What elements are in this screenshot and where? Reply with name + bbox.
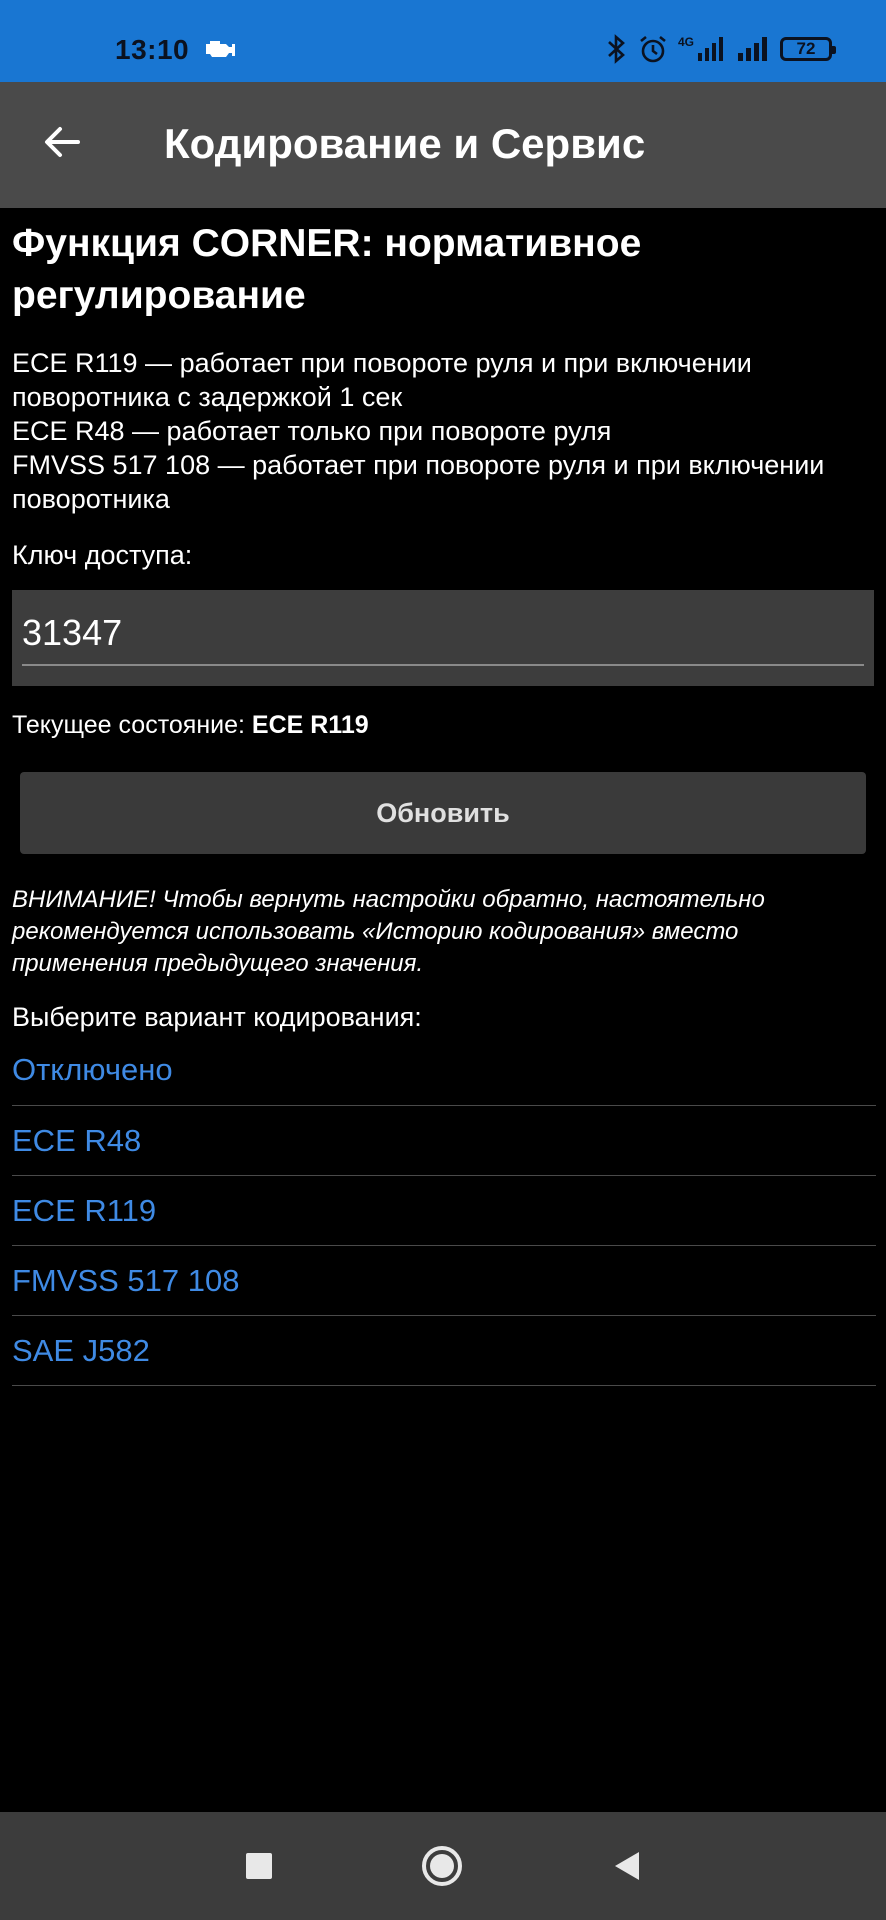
option-ece-r119[interactable]: ECE R119	[12, 1176, 876, 1246]
option-ece-r48[interactable]: ECE R48	[12, 1106, 876, 1176]
signal-icon-2	[738, 37, 767, 61]
description-line: ECE R48 — работает только при повороте р…	[12, 416, 612, 446]
coding-options-list: Отключено ECE R48 ECE R119 FMVSS 517 108…	[12, 1042, 876, 1386]
description-line: ECE R119 — работает при повороте руля и …	[12, 348, 752, 412]
description-line: FMVSS 517 108 — работает при повороте ру…	[12, 450, 825, 514]
check-engine-icon	[206, 41, 235, 57]
battery-indicator: 72	[780, 37, 836, 61]
square-icon	[246, 1853, 272, 1879]
triangle-back-icon	[615, 1852, 639, 1880]
navigation-bar	[0, 1812, 886, 1920]
current-state-label: Текущее состояние:	[12, 711, 245, 739]
status-icons: 4G 72	[606, 33, 836, 65]
current-state-value: ECE R119	[251, 711, 369, 739]
warning-text: ВНИМАНИЕ! Чтобы вернуть настройки обратн…	[12, 886, 765, 977]
status-time: 13:10	[115, 34, 190, 65]
description: ECE R119 — работает при повороте руля и …	[12, 346, 874, 516]
back-button[interactable]	[32, 112, 92, 172]
main-content: Функция CORNER: нормативное регулировани…	[12, 208, 876, 1386]
battery-level: 72	[796, 39, 816, 58]
choose-option-label: Выберите вариант кодирования:	[12, 1002, 422, 1032]
app-toolbar: Кодирование и Сервис	[0, 82, 886, 208]
network-type-label: 4G	[677, 35, 694, 49]
recents-button[interactable]	[235, 1842, 283, 1890]
access-key-input[interactable]	[22, 608, 864, 666]
alarm-icon	[640, 35, 666, 63]
access-key-box	[12, 590, 874, 686]
bluetooth-icon	[608, 34, 625, 64]
home-button[interactable]	[418, 1842, 466, 1890]
access-key-label: Ключ доступа:	[12, 540, 193, 570]
update-button[interactable]: Обновить	[20, 772, 866, 854]
signal-icon	[698, 37, 723, 61]
arrow-back-icon	[45, 127, 80, 157]
option-disabled[interactable]: Отключено	[12, 1042, 876, 1106]
toolbar-title: Кодирование и Сервис	[164, 120, 646, 167]
option-sae-j582[interactable]: SAE J582	[12, 1316, 876, 1386]
page-title: Функция CORNER: нормативное регулировани…	[12, 222, 642, 317]
option-fmvss-517-108[interactable]: FMVSS 517 108	[12, 1246, 876, 1316]
current-state: Текущее состояние: ECE R119	[12, 708, 874, 742]
signal-4g-group: 4G	[678, 35, 726, 63]
circle-icon	[422, 1846, 462, 1886]
back-nav-button[interactable]	[603, 1842, 651, 1890]
status-bar: 13:10 4G 72	[0, 0, 886, 82]
